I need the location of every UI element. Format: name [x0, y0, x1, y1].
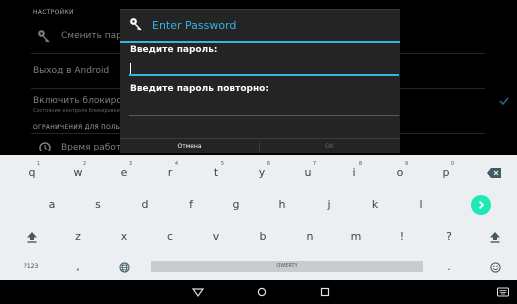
exit-android-item[interactable]: Выход в Android — [33, 66, 109, 76]
key-x[interactable]: x — [110, 227, 138, 247]
backspace-icon — [487, 168, 501, 178]
key-t[interactable]: t5 — [202, 161, 230, 183]
globe-icon — [118, 262, 130, 273]
settings-section-header: НАСТРОЙКИ — [33, 9, 74, 16]
soft-keyboard: q1 w2 e3 r4 t5 y6 u7 i8 o9 p0 a s d f g … — [0, 155, 517, 280]
work-time-item[interactable]: Время работы — [61, 143, 128, 151]
key-hint: 2 — [82, 161, 86, 167]
enable-lock-subtitle: Состояние контроля блокировки — [33, 108, 120, 114]
emoji-icon — [489, 262, 501, 273]
space-key-label: QWERTY — [276, 263, 298, 269]
key-label: q — [28, 166, 36, 179]
key-h[interactable]: h — [268, 195, 296, 215]
key-icon — [38, 30, 50, 43]
key-e[interactable]: e3 — [110, 161, 138, 183]
key-v[interactable]: v — [202, 227, 230, 247]
space-key[interactable]: QWERTY — [151, 261, 423, 272]
shift-icon — [490, 232, 500, 243]
key-icon — [130, 18, 142, 31]
key-label: i — [352, 166, 356, 179]
key-exclamation[interactable]: ! — [388, 227, 416, 247]
key-hint: 5 — [220, 161, 224, 167]
key-o[interactable]: o9 — [386, 161, 414, 183]
key-z[interactable]: z — [64, 227, 92, 247]
key-d[interactable]: d — [131, 195, 159, 215]
key-hint: 8 — [358, 161, 362, 167]
key-n[interactable]: n — [296, 227, 324, 247]
key-hint: 7 — [312, 161, 316, 167]
ok-button[interactable]: OK — [260, 139, 399, 154]
key-label: t — [213, 166, 219, 179]
key-label: e — [120, 166, 128, 179]
key-j[interactable]: j — [315, 195, 343, 215]
key-label: p — [442, 166, 450, 179]
key-hint: 9 — [404, 161, 408, 167]
key-hint: 3 — [128, 161, 132, 167]
key-a[interactable]: a — [38, 195, 66, 215]
navigation-bar — [0, 280, 517, 304]
key-f[interactable]: f — [177, 195, 205, 215]
key-w[interactable]: w2 — [64, 161, 92, 183]
key-hint: 4 — [174, 161, 178, 167]
password-label: Введите пароль: — [130, 45, 218, 55]
text-cursor — [130, 63, 131, 74]
key-label: r — [167, 166, 173, 179]
password-dialog: Enter Password Введите пароль: Введите п… — [120, 9, 400, 153]
chevron-right-icon — [478, 200, 485, 210]
clock-icon — [39, 142, 51, 151]
repeat-password-label: Введите пароль повторно: — [130, 84, 269, 94]
recents-icon[interactable] — [318, 285, 332, 299]
go-key[interactable] — [471, 195, 491, 215]
key-question[interactable]: ? — [435, 227, 463, 247]
key-i[interactable]: i8 — [340, 161, 368, 183]
home-icon[interactable] — [255, 285, 269, 299]
shift-icon — [27, 232, 37, 243]
key-r[interactable]: r4 — [156, 161, 184, 183]
repeat-password-input[interactable] — [129, 102, 399, 116]
key-u[interactable]: u7 — [294, 161, 322, 183]
checkmark-icon[interactable] — [499, 97, 509, 105]
key-hint: 0 — [450, 161, 454, 167]
shift-key-right[interactable] — [481, 227, 509, 247]
key-p[interactable]: p0 — [432, 161, 460, 183]
backspace-key[interactable] — [480, 163, 508, 183]
cancel-button[interactable]: Отмена — [120, 139, 259, 154]
emoji-key[interactable] — [481, 257, 509, 277]
key-period[interactable]: . — [435, 257, 463, 277]
symbols-key[interactable]: ?123 — [15, 257, 47, 277]
key-c[interactable]: c — [156, 227, 184, 247]
key-s[interactable]: s — [84, 195, 112, 215]
keyboard-switch-icon[interactable] — [497, 286, 509, 298]
key-hint: 1 — [36, 161, 40, 167]
shift-key-left[interactable] — [18, 227, 46, 247]
key-comma[interactable]: , — [64, 257, 92, 277]
dialog-title-bar: Enter Password — [120, 10, 400, 41]
dialog-button-bar: Отмена OK — [120, 138, 400, 154]
key-g[interactable]: g — [222, 195, 250, 215]
key-l[interactable]: l — [407, 195, 435, 215]
back-icon[interactable] — [191, 285, 205, 299]
key-label: u — [304, 166, 312, 179]
key-m[interactable]: m — [342, 227, 370, 247]
key-hint: 6 — [266, 161, 270, 167]
key-label: o — [396, 166, 404, 179]
key-q[interactable]: q1 — [18, 161, 46, 183]
key-label: w — [73, 166, 83, 179]
key-b[interactable]: b — [249, 227, 277, 247]
key-label: y — [258, 166, 266, 179]
password-input[interactable] — [129, 62, 399, 76]
key-y[interactable]: y6 — [248, 161, 276, 183]
language-key[interactable] — [110, 257, 138, 277]
key-k[interactable]: k — [361, 195, 389, 215]
dialog-title: Enter Password — [152, 19, 237, 32]
title-divider — [120, 41, 400, 43]
